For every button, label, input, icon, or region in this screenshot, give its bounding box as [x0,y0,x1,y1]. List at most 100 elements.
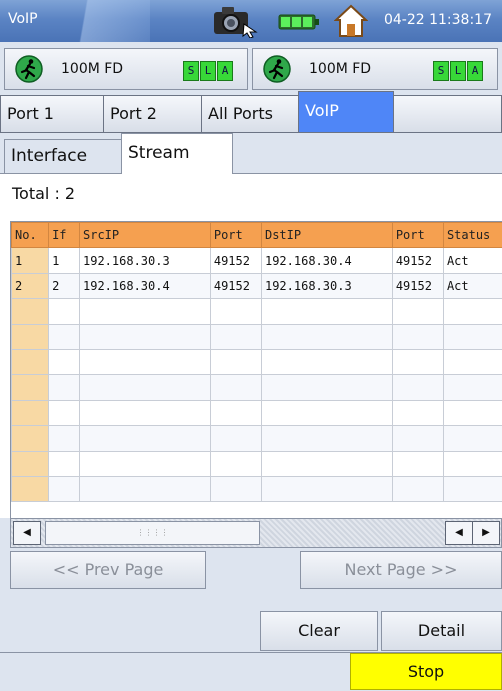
app-title: VoIP [8,11,38,27]
clear-button[interactable]: Clear [260,611,378,651]
cell-empty [210,375,261,400]
scroll-right-arrow-icon[interactable]: ▶ [472,521,500,545]
cell-empty [261,426,392,451]
cell-empty [49,426,80,451]
scroll-left-arrow-icon-secondary[interactable]: ◀ [445,521,473,545]
port-tabs: Port 1 Port 2 All Ports VoIP [0,95,502,133]
cell-empty [210,476,261,501]
cell-empty [80,349,211,374]
title-bar: VoIP 04-22 11:38:17 [0,0,502,42]
cell-empty [80,476,211,501]
cell-empty [210,400,261,425]
cell-src-ip: 192.168.30.3 [80,248,211,273]
cell-empty [80,299,211,324]
cell-empty [80,375,211,400]
col-dst-ip[interactable]: DstIP [261,223,392,248]
col-src-port[interactable]: Port [210,223,261,248]
table-row-empty [12,476,502,501]
cell-empty [261,400,392,425]
cell-empty [261,324,392,349]
cell-status: Act [443,273,502,298]
cell-empty [80,451,211,476]
col-src-ip[interactable]: SrcIP [80,223,211,248]
cell-if: 2 [49,273,80,298]
cell-dst-ip: 192.168.30.4 [261,248,392,273]
sub-tabs: Interface Stream [0,133,502,174]
cell-empty [210,451,261,476]
cell-src-ip: 192.168.30.4 [80,273,211,298]
stream-panel: Total : 2 No. If SrcIP Port DstIP Port S… [0,174,502,518]
cell-empty [443,451,502,476]
sla-s: S [183,61,199,81]
sla-a: A [467,61,483,81]
stop-button[interactable]: Stop [350,653,502,690]
link-up-icon [263,55,291,83]
cell-no: 2 [12,273,49,298]
tab-stream[interactable]: Stream [121,133,233,174]
home-icon[interactable] [334,4,368,38]
cell-empty [12,451,49,476]
tab-all-ports[interactable]: All Ports [201,95,299,133]
table-row-empty [12,451,502,476]
cell-empty [443,375,502,400]
cell-empty [392,476,443,501]
cell-empty [443,426,502,451]
link-status-port2[interactable]: 100M FD S L A [252,48,498,90]
next-page-button[interactable]: Next Page >> [300,551,502,589]
cell-empty [392,299,443,324]
cell-empty [210,349,261,374]
sla-l: L [450,61,466,81]
table-row-empty [12,299,502,324]
stream-table-viewport[interactable]: No. If SrcIP Port DstIP Port Status 1 1 … [10,221,502,518]
sla-indicators: S L A [183,61,234,81]
tab-port-1[interactable]: Port 1 [0,95,104,133]
cell-src-port: 49152 [210,248,261,273]
cell-empty [210,299,261,324]
cell-empty [49,324,80,349]
cell-empty [12,400,49,425]
cell-empty [261,349,392,374]
table-hscrollbar[interactable]: ◀ ⋮⋮⋮⋮ ◀ ▶ [10,518,502,548]
cell-empty [80,400,211,425]
cell-empty [12,476,49,501]
cell-empty [49,375,80,400]
link-status-port1[interactable]: 100M FD S L A [4,48,248,90]
scroll-left-arrow-icon[interactable]: ◀ [13,521,41,545]
sla-indicators: S L A [433,61,484,81]
camera-icon[interactable] [212,4,258,38]
cell-empty [261,299,392,324]
cell-empty [443,349,502,374]
prev-page-button[interactable]: << Prev Page [10,551,206,589]
cell-dst-ip: 192.168.30.3 [261,273,392,298]
scroll-thumb[interactable]: ⋮⋮⋮⋮ [45,521,260,545]
cell-dst-port: 49152 [392,248,443,273]
table-row[interactable]: 1 1 192.168.30.3 49152 192.168.30.4 4915… [12,248,502,273]
cell-empty [443,400,502,425]
cell-empty [261,375,392,400]
col-if[interactable]: If [49,223,80,248]
table-row-empty [12,324,502,349]
stream-table: No. If SrcIP Port DstIP Port Status 1 1 … [11,222,502,502]
link-speed: 100M FD [309,61,371,77]
cell-empty [210,324,261,349]
tab-voip[interactable]: VoIP [298,91,394,133]
tab-port-2[interactable]: Port 2 [103,95,202,133]
table-body: 1 1 192.168.30.3 49152 192.168.30.4 4915… [12,248,502,502]
cell-empty [12,299,49,324]
col-no[interactable]: No. [12,223,49,248]
cell-empty [12,375,49,400]
col-dst-port[interactable]: Port [392,223,443,248]
cell-empty [210,426,261,451]
cell-empty [392,400,443,425]
datetime: 04-22 11:38:17 [384,12,492,28]
cell-empty [49,299,80,324]
tab-interface[interactable]: Interface [4,139,122,173]
cell-empty [392,324,443,349]
cell-empty [443,299,502,324]
table-row[interactable]: 2 2 192.168.30.4 49152 192.168.30.3 4915… [12,273,502,298]
cell-status: Act [443,248,502,273]
col-status[interactable]: Status [443,223,502,248]
cell-empty [443,324,502,349]
detail-button[interactable]: Detail [381,611,502,651]
cell-empty [392,426,443,451]
